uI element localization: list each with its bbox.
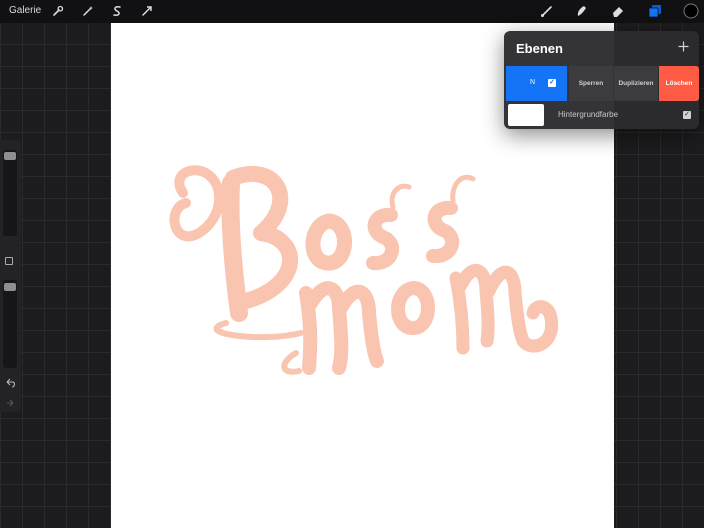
layer-row[interactable]: N ✓ Sperren Duplizieren Löschen: [506, 66, 699, 101]
blend-mode-label[interactable]: N: [530, 79, 535, 86]
eraser-icon[interactable]: [610, 3, 626, 19]
brush-size-thumb[interactable]: [4, 152, 16, 160]
plus-icon[interactable]: [675, 37, 691, 55]
opacity-thumb[interactable]: [4, 283, 16, 291]
layer-item[interactable]: N ✓: [506, 66, 567, 101]
gallery-button[interactable]: Galerie: [9, 5, 41, 16]
color-icon[interactable]: [683, 3, 699, 19]
background-visibility-checkbox[interactable]: ✓: [683, 111, 691, 119]
background-color-label: Hintergrundfarbe: [558, 110, 619, 119]
delete-layer-button[interactable]: Löschen: [659, 66, 699, 101]
layers-panel: Ebenen N ✓ Sperren Duplizieren Löschen H…: [504, 31, 699, 129]
undo-icon[interactable]: [4, 376, 16, 388]
redo-icon[interactable]: [4, 396, 16, 407]
brush-icon[interactable]: [539, 3, 555, 19]
transform-icon[interactable]: [139, 3, 155, 19]
layers-icon[interactable]: [647, 3, 663, 19]
background-color-row[interactable]: Hintergrundfarbe ✓: [508, 104, 695, 126]
duplicate-layer-button[interactable]: Duplizieren: [614, 66, 658, 101]
wrench-icon[interactable]: [50, 3, 66, 19]
square-icon[interactable]: [5, 257, 13, 265]
magic-wand-icon[interactable]: [80, 3, 96, 19]
layer-visibility-checkbox[interactable]: ✓: [548, 79, 556, 87]
left-sidebar: [0, 140, 21, 412]
top-toolbar: Galerie: [0, 0, 704, 23]
selection-icon[interactable]: [109, 3, 125, 19]
opacity-slider[interactable]: [3, 280, 17, 368]
brush-size-slider[interactable]: [3, 150, 17, 236]
smudge-icon[interactable]: [574, 3, 590, 19]
panel-title: Ebenen: [516, 41, 563, 56]
lock-layer-button[interactable]: Sperren: [569, 66, 613, 101]
background-thumbnail[interactable]: [508, 104, 544, 126]
